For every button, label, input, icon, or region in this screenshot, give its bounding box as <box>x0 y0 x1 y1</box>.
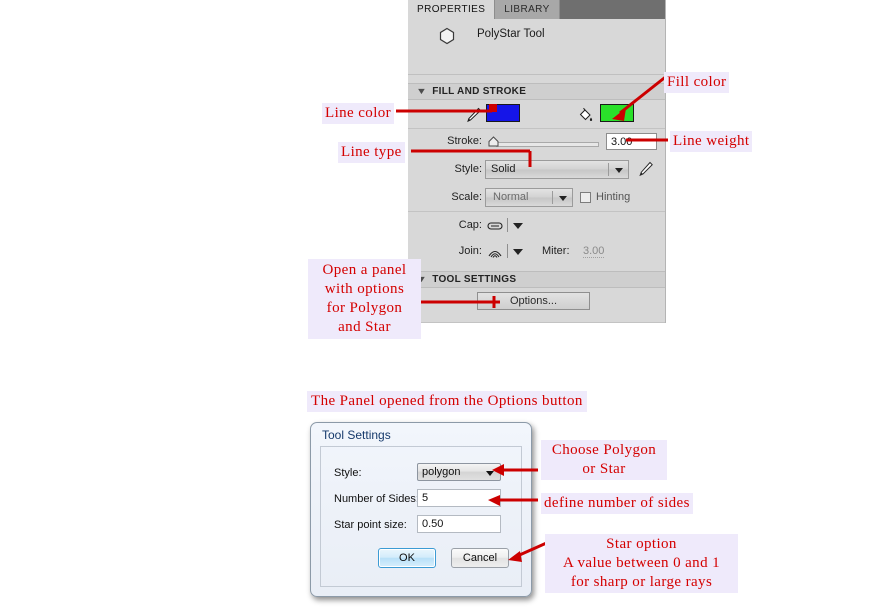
annotation-line-type: Line type <box>338 142 405 163</box>
tool-name-label: PolyStar Tool <box>477 28 545 40</box>
stroke-scale-row: Scale: Normal Hinting <box>408 185 665 212</box>
join-row: Join: Miter: 3.00 <box>408 240 665 266</box>
stroke-weight-row: Stroke: 3.00 <box>408 129 665 155</box>
fill-color-swatch[interactable] <box>600 104 634 122</box>
properties-panel: PROPERTIES LIBRARY PolyStar Tool ▼ FILL … <box>408 0 666 323</box>
dialog-star-point-label: Star point size: <box>334 519 407 531</box>
chevron-down-icon <box>615 167 623 173</box>
style-dropdown[interactable]: Solid <box>485 160 629 179</box>
annotation-choose-polygon: Choose Polygon or Star <box>541 440 667 480</box>
section-fill-and-stroke-label: FILL AND STROKE <box>432 86 527 97</box>
scale-dropdown[interactable]: Normal <box>485 188 573 207</box>
dropdown-separator <box>608 163 609 176</box>
section-tool-settings[interactable]: ▼ TOOL SETTINGS <box>408 271 665 288</box>
style-label: Style: <box>454 163 482 175</box>
pencil-icon <box>465 107 483 123</box>
annotation-panel-opened: The Panel opened from the Options button <box>307 391 587 412</box>
star-point-size-input[interactable]: 0.50 <box>417 515 501 533</box>
stroke-weight-input[interactable]: 3.00 <box>606 133 657 150</box>
hinting-label: Hinting <box>596 191 631 203</box>
cancel-button[interactable]: Cancel <box>451 548 509 568</box>
miter-label: Miter: <box>542 245 570 257</box>
dialog-style-label: Style: <box>334 467 362 479</box>
tab-properties[interactable]: PROPERTIES <box>408 0 495 19</box>
dialog-title: Tool Settings <box>322 428 391 442</box>
tool-settings-dialog: Tool Settings Style: polygon Number of S… <box>310 422 532 597</box>
cap-separator <box>507 218 508 232</box>
style-dropdown-value: Solid <box>491 163 516 175</box>
tool-settings-body: Options... <box>408 288 665 323</box>
stroke-label: Stroke: <box>447 135 482 147</box>
selected-tool-row: PolyStar Tool <box>408 19 665 75</box>
round-cap-icon <box>486 218 504 234</box>
join-label: Join: <box>458 245 482 257</box>
annotation-fill-color: Fill color <box>664 72 730 93</box>
chevron-down-icon[interactable] <box>513 249 523 255</box>
options-button[interactable]: Options... <box>477 292 590 310</box>
chevron-down-icon <box>486 471 494 476</box>
dialog-sides-label: Number of Sides: <box>334 493 419 505</box>
number-of-sides-input[interactable]: 5 <box>417 489 501 507</box>
scale-dropdown-value: Normal <box>493 191 529 203</box>
dialog-style-dropdown[interactable]: polygon <box>417 463 501 481</box>
ok-button[interactable]: OK <box>378 548 436 568</box>
annotation-define-sides: define number of sides <box>541 493 693 514</box>
chevron-down-icon[interactable] <box>513 223 523 229</box>
round-join-icon <box>486 244 504 260</box>
cap-row: Cap: <box>408 214 665 240</box>
cap-label: Cap: <box>458 219 482 231</box>
scale-label: Scale: <box>451 191 482 203</box>
tab-library[interactable]: LIBRARY <box>494 0 560 19</box>
stroke-slider-thumb[interactable] <box>488 134 499 147</box>
panel-tabbar: PROPERTIES LIBRARY <box>408 0 665 19</box>
paint-bucket-icon <box>578 106 594 123</box>
miter-value[interactable]: 3.00 <box>583 245 605 258</box>
edit-stroke-style-icon[interactable] <box>637 160 655 178</box>
hinting-checkbox[interactable] <box>580 192 591 203</box>
dropdown-separator <box>552 191 553 204</box>
polystar-icon <box>438 27 456 45</box>
dialog-style-value: polygon <box>422 466 461 478</box>
chevron-down-icon <box>559 195 567 201</box>
stroke-style-row: Style: Solid <box>408 157 665 183</box>
annotation-options: Open a panel with options for Polygon an… <box>308 259 421 339</box>
color-swatch-row <box>408 100 665 129</box>
section-fill-and-stroke[interactable]: ▼ FILL AND STROKE <box>408 83 665 100</box>
annotation-line-color: Line color <box>322 103 395 124</box>
join-separator <box>507 244 508 258</box>
stroke-color-swatch[interactable] <box>486 104 520 122</box>
annotation-line-weight: Line weight <box>670 131 753 152</box>
disclosure-triangle-icon: ▼ <box>415 86 428 96</box>
stroke-slider[interactable] <box>496 142 599 147</box>
section-tool-settings-label: TOOL SETTINGS <box>432 274 517 285</box>
annotation-star-option: Star option A value between 0 and 1 for … <box>545 534 738 593</box>
